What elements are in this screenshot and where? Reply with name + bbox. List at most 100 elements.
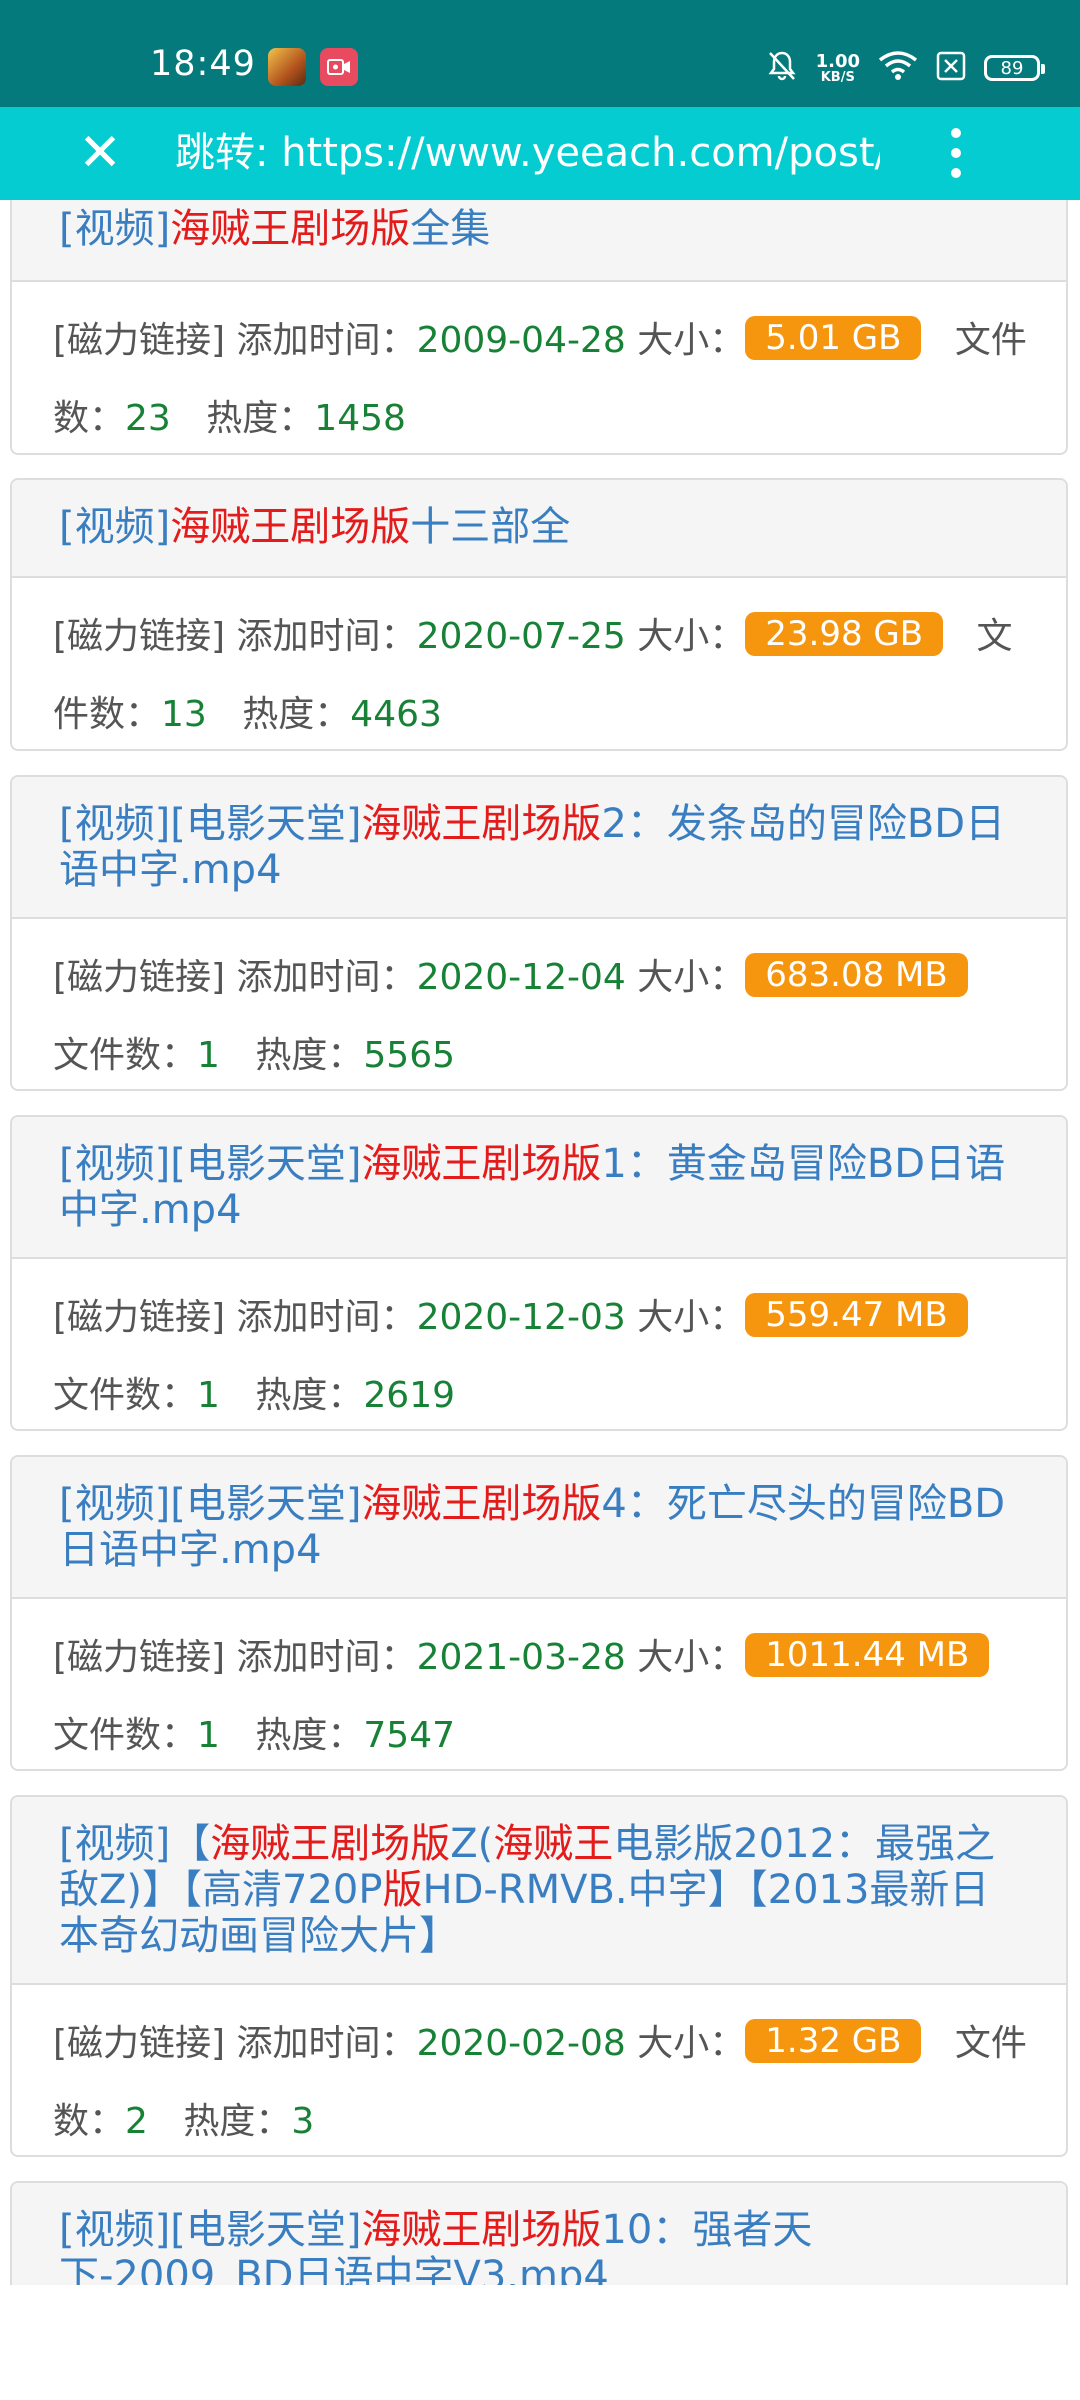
- files-count: 13: [161, 694, 207, 735]
- battery-level: 89: [1000, 57, 1024, 79]
- heat-label: 热度：: [255, 1715, 364, 1756]
- added-date: 2020-12-04: [416, 957, 626, 998]
- more-vert-icon-dot: [951, 128, 961, 138]
- magnet-link[interactable]: [磁力链接]: [53, 320, 225, 361]
- search-results: [视频]海贼王剧场版全集 [磁力链接] 添加时间：2009-04-28 大小： 5…: [0, 200, 1080, 2285]
- sim-off-icon: [936, 50, 966, 86]
- heat-value: 5565: [363, 1035, 456, 1076]
- result-meta: [磁力链接] 添加时间：2020-02-08 大小： 1.32 GB 文件数：2 …: [12, 1985, 1066, 2155]
- title-category: [视频]: [59, 504, 171, 550]
- size-label: 大小：: [637, 616, 746, 657]
- result-title[interactable]: [视频][电影天堂]海贼王剧场版2：发条岛的冒险BD日语中字.mp4: [12, 777, 1066, 919]
- size-label: 大小：: [637, 1297, 746, 1338]
- title-category: [视频][电影天堂]: [59, 1481, 362, 1527]
- heat-label: 热度：: [242, 694, 351, 735]
- title-rest: Z(: [450, 1821, 494, 1867]
- result-title[interactable]: [视频]海贼王剧场版十三部全: [12, 480, 1066, 578]
- title-category: [视频]【: [59, 1821, 211, 1867]
- magnet-link[interactable]: [磁力链接]: [53, 957, 225, 998]
- close-button[interactable]: ✕: [68, 121, 132, 185]
- result-card: [视频][电影天堂]海贼王剧场版10：强者天下-2009_BD日语中字V3.mp…: [10, 2181, 1068, 2285]
- browser-toolbar: ✕ 跳转: https://www.yeeach.com/post/1: [0, 107, 1080, 200]
- files-count: 1: [197, 1375, 220, 1416]
- size-badge: 559.47 MB: [745, 1293, 968, 1337]
- result-meta: [磁力链接] 添加时间：2020-07-25 大小： 23.98 GB 文件数：1…: [12, 578, 1066, 749]
- title-keyword: 海贼王剧场版: [210, 1821, 451, 1867]
- heat-label: 热度：: [206, 398, 315, 439]
- net-speed-unit: KB/S: [820, 69, 855, 85]
- screen-record-icon: [320, 48, 358, 86]
- result-title[interactable]: [视频][电影天堂]海贼王剧场版1：黄金岛冒险BD日语中字.mp4: [12, 1117, 1066, 1259]
- magnet-link[interactable]: [磁力链接]: [53, 1297, 225, 1338]
- result-meta: [磁力链接] 添加时间：2020-12-04 大小： 683.08 MB 文件数：…: [12, 919, 1066, 1089]
- heat-label: 热度：: [183, 2101, 292, 2142]
- result-title[interactable]: [视频]海贼王剧场版全集: [12, 200, 1066, 282]
- magnet-link[interactable]: [磁力链接]: [53, 616, 225, 657]
- status-bar: 18:49 1.00 KB/S 89: [0, 0, 1080, 107]
- heat-value: 2619: [363, 1375, 456, 1416]
- size-badge: 1.32 GB: [745, 2019, 922, 2063]
- heat-value: 7547: [363, 1715, 456, 1756]
- title-category: [视频][电影天堂]: [59, 1141, 362, 1187]
- magnet-link[interactable]: [磁力链接]: [53, 1637, 225, 1678]
- size-badge: 5.01 GB: [745, 316, 922, 360]
- magnet-link[interactable]: [磁力链接]: [53, 2023, 225, 2064]
- result-card: [视频]海贼王剧场版十三部全 [磁力链接] 添加时间：2020-07-25 大小…: [10, 478, 1068, 751]
- title-keyword: 海贼王剧场版: [361, 1141, 602, 1187]
- size-label: 大小：: [637, 1637, 746, 1678]
- title-rest: 十三部全: [410, 504, 571, 550]
- title-keyword: 海贼王剧场版: [361, 2207, 602, 2253]
- added-date: 2020-12-03: [416, 1297, 626, 1338]
- result-card: [视频]【海贼王剧场版Z(海贼王电影版2012：最强之敌Z)】【高清720P版H…: [10, 1795, 1068, 2157]
- net-speed-value: 1.00: [815, 50, 860, 72]
- result-meta: [磁力链接] 添加时间：2020-12-03 大小： 559.47 MB 文件数：…: [12, 1259, 1066, 1429]
- title-keyword: 海贼王: [493, 1821, 614, 1867]
- size-label: 大小：: [637, 2023, 746, 2064]
- heat-label: 热度：: [255, 1035, 364, 1076]
- title-category: [视频]: [59, 206, 171, 252]
- added-date: 2020-02-08: [416, 2023, 626, 2064]
- heat-value: 3: [291, 2101, 315, 2142]
- files-count: 1: [197, 1035, 220, 1076]
- title-keyword: 海贼王剧场版: [361, 801, 602, 847]
- result-title[interactable]: [视频]【海贼王剧场版Z(海贼王电影版2012：最强之敌Z)】【高清720P版H…: [12, 1797, 1066, 1985]
- size-badge: 23.98 GB: [745, 612, 944, 656]
- title-keyword: 海贼王剧场版: [170, 504, 411, 550]
- added-date: 2020-07-25: [416, 616, 626, 657]
- url-bar[interactable]: 跳转: https://www.yeeach.com/post/1: [175, 121, 880, 185]
- title-category: [视频][电影天堂]: [59, 801, 362, 847]
- result-card: [视频]海贼王剧场版全集 [磁力链接] 添加时间：2009-04-28 大小： 5…: [10, 200, 1068, 455]
- result-card: [视频][电影天堂]海贼王剧场版2：发条岛的冒险BD日语中字.mp4 [磁力链接…: [10, 775, 1068, 1091]
- added-label: 添加时间：: [236, 616, 417, 657]
- added-date: 2009-04-28: [416, 320, 626, 361]
- files-count: 2: [125, 2101, 148, 2142]
- added-label: 添加时间：: [236, 1297, 417, 1338]
- more-menu-button[interactable]: [930, 119, 982, 187]
- result-title[interactable]: [视频][电影天堂]海贼王剧场版10：强者天下-2009_BD日语中字V3.mp…: [12, 2183, 1066, 2285]
- result-title[interactable]: [视频][电影天堂]海贼王剧场版4：死亡尽头的冒险BD日语中字.mp4: [12, 1457, 1066, 1599]
- files-label: 文件数：: [53, 1375, 198, 1416]
- files-label: 文件数：: [53, 1715, 198, 1756]
- result-card: [视频][电影天堂]海贼王剧场版4：死亡尽头的冒险BD日语中字.mp4 [磁力链…: [10, 1455, 1068, 1771]
- title-keyword: 海贼王剧场版: [361, 1481, 602, 1527]
- files-count: 23: [125, 398, 171, 439]
- status-time: 18:49: [150, 44, 256, 84]
- title-category: [视频][电影天堂]: [59, 2207, 362, 2253]
- title-rest: 全集: [410, 206, 491, 252]
- added-label: 添加时间：: [236, 2023, 417, 2064]
- result-meta: [磁力链接] 添加时间：2021-03-28 大小： 1011.44 MB 文件数…: [12, 1599, 1066, 1769]
- heat-label: 热度：: [255, 1375, 364, 1416]
- size-label: 大小：: [637, 957, 746, 998]
- files-label: 文件数：: [53, 1035, 198, 1076]
- files-count: 1: [197, 1715, 220, 1756]
- net-speed: 1.00 KB/S: [815, 50, 860, 85]
- added-date: 2021-03-28: [416, 1637, 626, 1678]
- mute-bell-icon: [766, 49, 798, 87]
- added-label: 添加时间：: [236, 320, 417, 361]
- result-card: [视频][电影天堂]海贼王剧场版1：黄金岛冒险BD日语中字.mp4 [磁力链接]…: [10, 1115, 1068, 1431]
- more-vert-icon-dot: [951, 168, 961, 178]
- added-label: 添加时间：: [236, 1637, 417, 1678]
- size-label: 大小：: [637, 320, 746, 361]
- status-icons: 1.00 KB/S 89: [766, 44, 1045, 92]
- size-badge: 1011.44 MB: [745, 1633, 990, 1677]
